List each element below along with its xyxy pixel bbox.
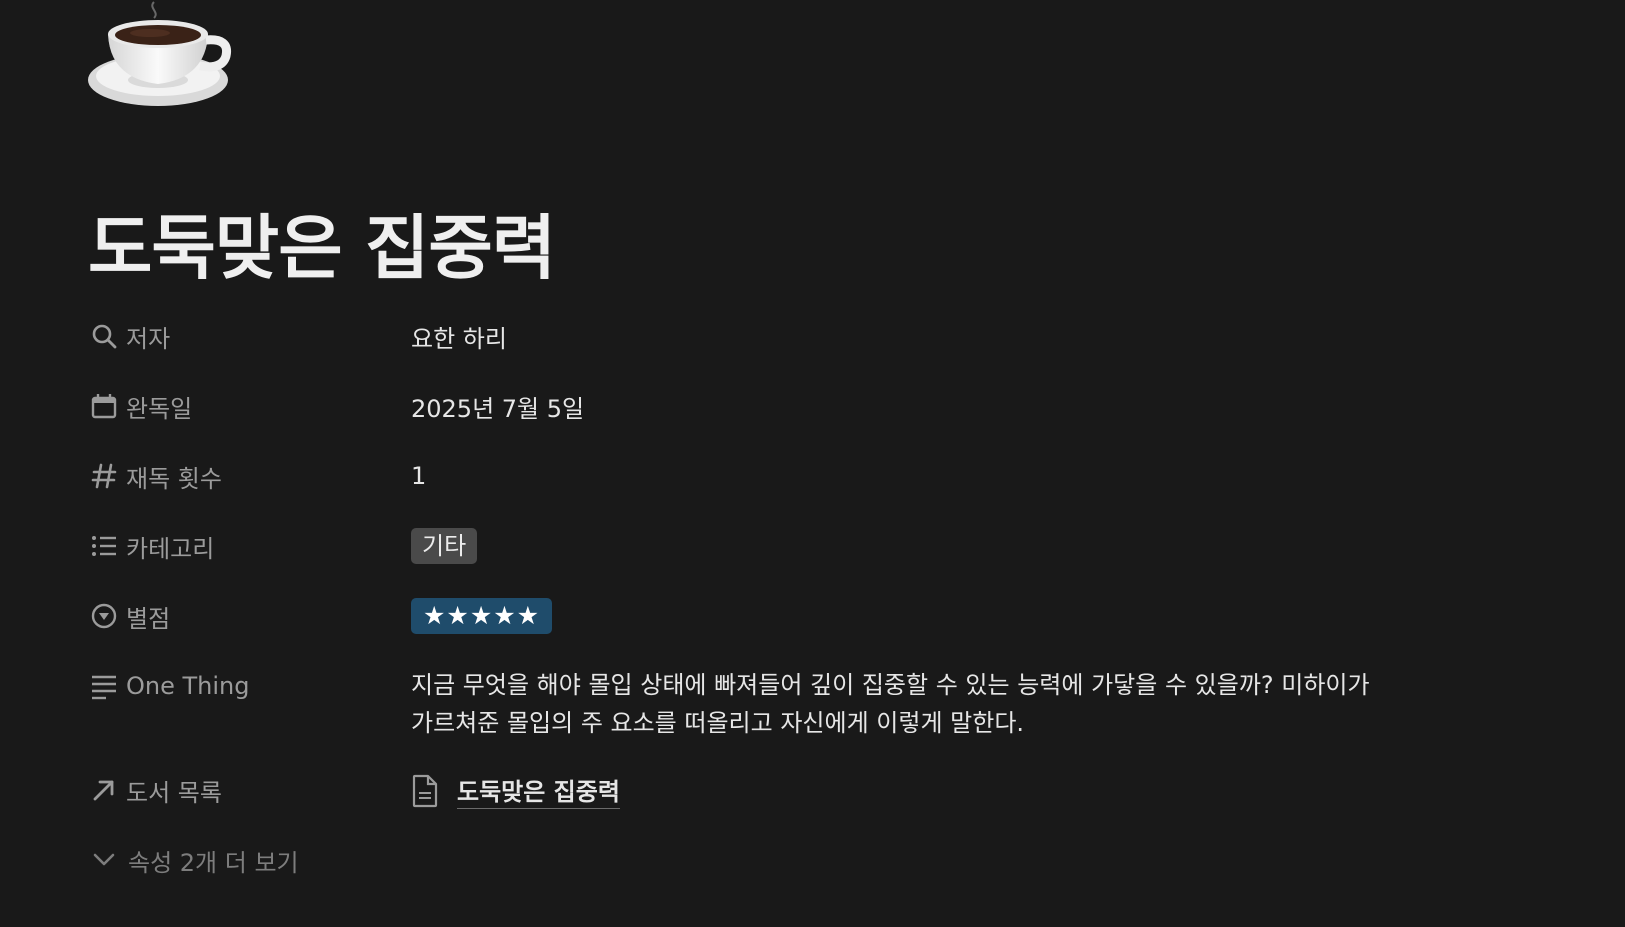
coffee-cup-icon[interactable] xyxy=(88,0,238,116)
property-value-reread-count[interactable]: 1 xyxy=(411,458,426,494)
property-label-text: One Thing xyxy=(126,672,250,700)
property-label-reread-count[interactable]: 재독 횟수 xyxy=(88,458,222,494)
property-label-book-list[interactable]: 도서 목록 xyxy=(88,772,222,808)
calendar-icon xyxy=(88,390,120,422)
property-value-category[interactable]: 기타 xyxy=(411,528,478,564)
property-label-finished-date[interactable]: 완독일 xyxy=(88,388,192,424)
search-icon xyxy=(88,320,120,352)
property-label-text: 도서 목록 xyxy=(126,778,222,807)
property-label-rating[interactable]: 별점 xyxy=(88,598,170,634)
arrow-up-right-icon xyxy=(88,774,120,806)
text-lines-icon xyxy=(88,670,120,702)
show-more-properties-button[interactable]: 속성 2개 더 보기 xyxy=(88,842,299,878)
show-more-label: 속성 2개 더 보기 xyxy=(128,848,299,877)
hash-icon xyxy=(88,460,120,492)
property-label-one-thing[interactable]: One Thing xyxy=(88,668,249,704)
property-label-category[interactable]: 카테고리 xyxy=(88,528,214,564)
property-label-text: 재독 횟수 xyxy=(126,464,222,493)
document-icon xyxy=(411,774,441,808)
property-value-author[interactable]: 요한 하리 xyxy=(411,318,507,354)
list-icon xyxy=(88,530,120,562)
one-thing-line: 가르쳐준 몰입의 주 요소를 떠올리고 자신에게 이렇게 말한다. xyxy=(411,709,1025,737)
property-label-text: 별점 xyxy=(126,604,171,633)
chevron-down-icon xyxy=(88,844,120,876)
page-title[interactable]: 도둑맞은 집중력 xyxy=(88,206,556,290)
one-thing-line: 지금 무엇을 해야 몰입 상태에 빠져들어 깊이 집중할 수 있는 능력에 가닿… xyxy=(411,671,1370,699)
property-label-author[interactable]: 저자 xyxy=(88,318,170,354)
property-label-text: 저자 xyxy=(126,324,171,353)
property-value-one-thing[interactable]: 지금 무엇을 해야 몰입 상태에 빠져들어 깊이 집중할 수 있는 능력에 가닿… xyxy=(411,666,1411,742)
property-value-finished-date[interactable]: 2025년 7월 5일 xyxy=(411,388,584,424)
select-circle-icon xyxy=(88,600,120,632)
property-value-rating[interactable]: ★★★★★ xyxy=(411,598,553,634)
rating-badge[interactable]: ★★★★★ xyxy=(411,598,553,634)
category-tag[interactable]: 기타 xyxy=(411,528,478,564)
property-label-text: 카테고리 xyxy=(126,534,215,563)
property-value-book-list[interactable]: 도둑맞은 집중력 xyxy=(411,772,620,809)
book-link[interactable]: 도둑맞은 집중력 xyxy=(457,772,620,809)
property-label-text: 완독일 xyxy=(126,394,193,423)
